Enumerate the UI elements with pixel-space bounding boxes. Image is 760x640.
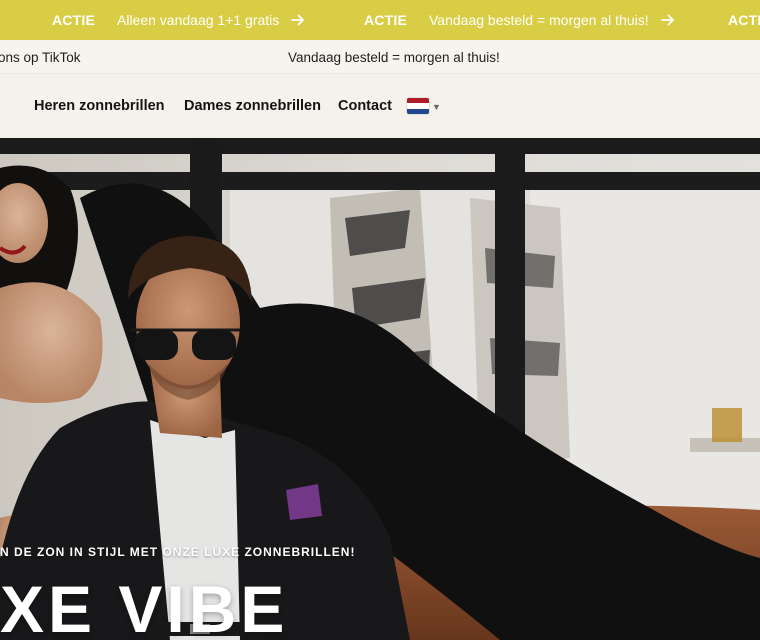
main-nav: Heren zonnebrillen Dames zonnebrillen Co… <box>0 74 760 138</box>
chevron-down-icon[interactable]: ▼ <box>432 102 441 112</box>
netherlands-flag-icon[interactable] <box>407 98 429 114</box>
announcement-item[interactable]: ACTIE Vandaag besteld = morgen al thuis! <box>364 0 675 40</box>
hero-photo <box>0 138 760 640</box>
nav-link-dames[interactable]: Dames zonnebrillen <box>184 74 321 138</box>
announcement-tag: ACTIE <box>728 12 760 28</box>
tiktok-link[interactable]: ons op TikTok <box>0 40 81 73</box>
announcement-tag: ACTIE <box>52 12 95 28</box>
hero-banner[interactable]: N DE ZON IN STIJL MET ONZE LUXE ZONNEBRI… <box>0 138 760 640</box>
announcement-item[interactable]: ACTIE Alleen vandaag 1+1 gratis <box>52 0 305 40</box>
nav-link-contact[interactable]: Contact <box>338 74 392 138</box>
hero-tagline: N DE ZON IN STIJL MET ONZE LUXE ZONNEBRI… <box>0 545 356 559</box>
delivery-notice: Vandaag besteld = morgen al thuis! <box>288 49 500 65</box>
announcement-item[interactable]: ACTIE <box>728 0 760 40</box>
info-strip: ons op TikTok Vandaag besteld = morgen a… <box>0 40 760 74</box>
hero-title: XE VIBE <box>0 572 289 640</box>
announcement-bar: ACTIE Alleen vandaag 1+1 gratis ACTIE Va… <box>0 0 760 40</box>
arrow-right-icon <box>660 14 674 26</box>
arrow-right-icon <box>291 14 305 26</box>
announcement-text: Alleen vandaag 1+1 gratis <box>117 12 280 28</box>
nav-link-heren[interactable]: Heren zonnebrillen <box>34 74 165 138</box>
announcement-text: Vandaag besteld = morgen al thuis! <box>429 12 649 28</box>
announcement-tag: ACTIE <box>364 12 407 28</box>
